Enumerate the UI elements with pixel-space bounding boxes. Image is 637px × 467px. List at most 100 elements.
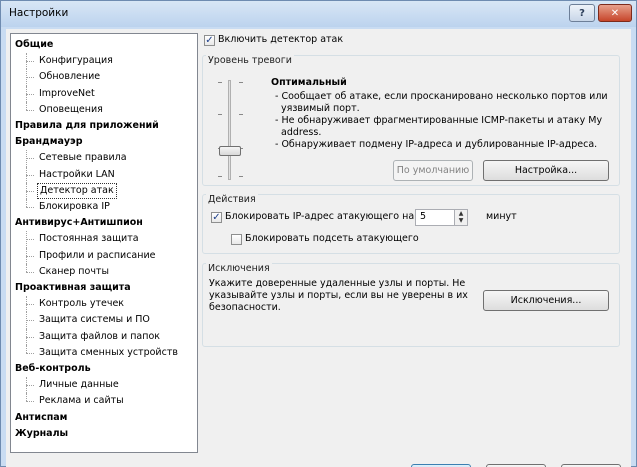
tree-item[interactable]: Сетевые правила: [37, 150, 129, 166]
tree-connector: [26, 85, 27, 102]
alert-description-line: уязвимый порт.: [281, 103, 360, 114]
tree-item[interactable]: Защита файлов и папок: [37, 329, 162, 345]
tree-connector: [26, 328, 27, 345]
alert-description-line: - Сообщает об атаке, если просканировано…: [275, 91, 608, 102]
tree-item-selected[interactable]: Детектор атак: [37, 182, 117, 199]
tree-category[interactable]: Правила для приложений: [15, 118, 159, 134]
tree-connector: [26, 150, 27, 167]
alert-level-slider-thumb[interactable]: [219, 146, 241, 156]
tree-category[interactable]: Брандмауэр: [15, 134, 83, 150]
block-subnet-label[interactable]: Блокировать подсеть атакующего: [245, 233, 419, 244]
exclusions-description-line: указывайте узлы и порты, если вы не увер…: [209, 290, 468, 301]
tree-item[interactable]: Конфигурация: [37, 53, 115, 69]
block-subnet-checkbox[interactable]: [231, 234, 242, 245]
enable-detector-label[interactable]: Включить детектор атак: [218, 34, 343, 45]
tree-connector: [26, 336, 34, 338]
slider-tick: [239, 82, 243, 83]
alert-level-group: Уровень тревоги Оптимальный - Сообщает о…: [202, 55, 620, 186]
slider-tick: [218, 114, 222, 115]
tree-connector: [26, 199, 27, 207]
tree-connector: [26, 101, 27, 110]
tree-item[interactable]: Оповещения: [37, 102, 105, 118]
actions-title: Действия: [206, 194, 258, 205]
exclusions-button[interactable]: Исключения...: [483, 290, 609, 311]
tree-item[interactable]: Обновление: [37, 69, 102, 85]
exclusions-button-label: Исключения...: [510, 295, 582, 306]
tree-item[interactable]: Сканер почты: [37, 264, 111, 280]
tree-connector: [26, 271, 34, 273]
tree-connector: [26, 158, 34, 160]
tree-connector: [26, 263, 27, 272]
tree-category[interactable]: Проактивная защита: [15, 280, 131, 296]
alert-level-slider-track[interactable]: [228, 80, 231, 180]
block-minutes-stepper[interactable]: ▲ ▼: [454, 209, 468, 226]
window-title: Настройки: [9, 7, 69, 19]
slider-tick: [239, 114, 243, 115]
tree-item[interactable]: Настройки LAN: [37, 167, 117, 183]
alert-description-line: - Не обнаруживает фрагментированные ICMP…: [275, 115, 603, 126]
tree-category[interactable]: Журналы: [15, 426, 68, 442]
exclusions-title: Исключения: [206, 263, 272, 274]
exclusions-description-line: безопасности.: [209, 302, 281, 313]
stepper-down-icon[interactable]: ▼: [455, 217, 467, 224]
tree-item[interactable]: Личные данные: [37, 377, 121, 393]
tree-connector: [26, 77, 34, 79]
tree-item[interactable]: Постоянная защита: [37, 231, 141, 247]
dialog-body: Общие Конфигурация Обновление ImproveNet Опо…: [6, 29, 631, 467]
tree-connector: [26, 69, 27, 86]
block-minutes-input[interactable]: 5: [415, 209, 455, 226]
alert-level-name: Оптимальный: [271, 77, 347, 88]
tree-item[interactable]: Контроль утечек: [37, 296, 126, 312]
tree-item[interactable]: ImproveNet: [37, 86, 97, 102]
slider-tick: [218, 176, 222, 177]
tree-item[interactable]: Блокировка IP: [37, 199, 112, 215]
tree-connector: [26, 247, 27, 264]
minutes-label: минут: [486, 211, 517, 222]
settings-tree[interactable]: Общие Конфигурация Обновление ImproveNet Опо…: [10, 33, 198, 453]
tree-connector: [26, 344, 27, 353]
alert-settings-button-label: Настройка...: [514, 165, 578, 176]
tree-connector: [26, 255, 34, 257]
tree-connector: [26, 320, 34, 322]
help-icon: ?: [579, 7, 585, 19]
settings-window: Настройки ? ✕ Общие Конфигурация Обновлени…: [0, 0, 637, 467]
alert-settings-button[interactable]: Настройка...: [483, 160, 609, 181]
tree-connector: [26, 401, 34, 403]
actions-group: Действия Блокировать IP-адрес атакующего…: [202, 194, 620, 254]
exclusions-description: Укажите доверенные удаленные узлы и порт…: [209, 278, 469, 314]
enable-detector-checkbox[interactable]: [204, 35, 215, 46]
tree-category[interactable]: Антиспам: [15, 410, 67, 426]
default-level-button-label: По умолчанию: [396, 165, 470, 176]
slider-tick: [239, 176, 243, 177]
tree-connector: [26, 352, 34, 354]
tree-connector: [26, 312, 27, 329]
tree-connector: [26, 385, 34, 387]
default-level-button[interactable]: По умолчанию: [393, 160, 473, 181]
exclusions-description-line: Укажите доверенные удаленные узлы и порт…: [209, 278, 466, 289]
tree-item[interactable]: Защита сменных устройств: [37, 345, 180, 361]
title-bar[interactable]: Настройки ? ✕: [1, 1, 636, 27]
tree-connector: [26, 296, 27, 313]
alert-description-line: - Обнаруживает подмену IP-адреса и дубли…: [275, 139, 598, 150]
tree-connector: [26, 190, 34, 192]
close-button[interactable]: ✕: [598, 4, 632, 22]
tree-connector: [26, 377, 27, 394]
tree-category[interactable]: Общие: [15, 37, 53, 53]
alert-description-line: address.: [281, 127, 322, 138]
tree-connector: [26, 207, 34, 208]
tree-category[interactable]: Антивирус+Антишпион: [15, 215, 143, 231]
alert-level-description: - Сообщает об атаке, если просканировано…: [275, 91, 615, 151]
block-ip-checkbox[interactable]: [211, 212, 222, 223]
close-icon: ✕: [610, 7, 620, 19]
tree-connector: [26, 109, 34, 111]
tree-category[interactable]: Веб-контроль: [15, 361, 91, 377]
tree-item[interactable]: Реклама и сайты: [37, 393, 126, 409]
tree-connector: [26, 393, 27, 402]
block-ip-label[interactable]: Блокировать IP-адрес атакующего на: [225, 211, 414, 222]
help-button[interactable]: ?: [569, 4, 595, 22]
tree-item[interactable]: Защита системы и ПО: [37, 312, 152, 328]
alert-level-title: Уровень тревоги: [206, 55, 294, 66]
stepper-up-icon[interactable]: ▲: [455, 210, 467, 217]
tree-connector: [26, 53, 27, 70]
tree-item[interactable]: Профили и расписание: [37, 248, 157, 264]
